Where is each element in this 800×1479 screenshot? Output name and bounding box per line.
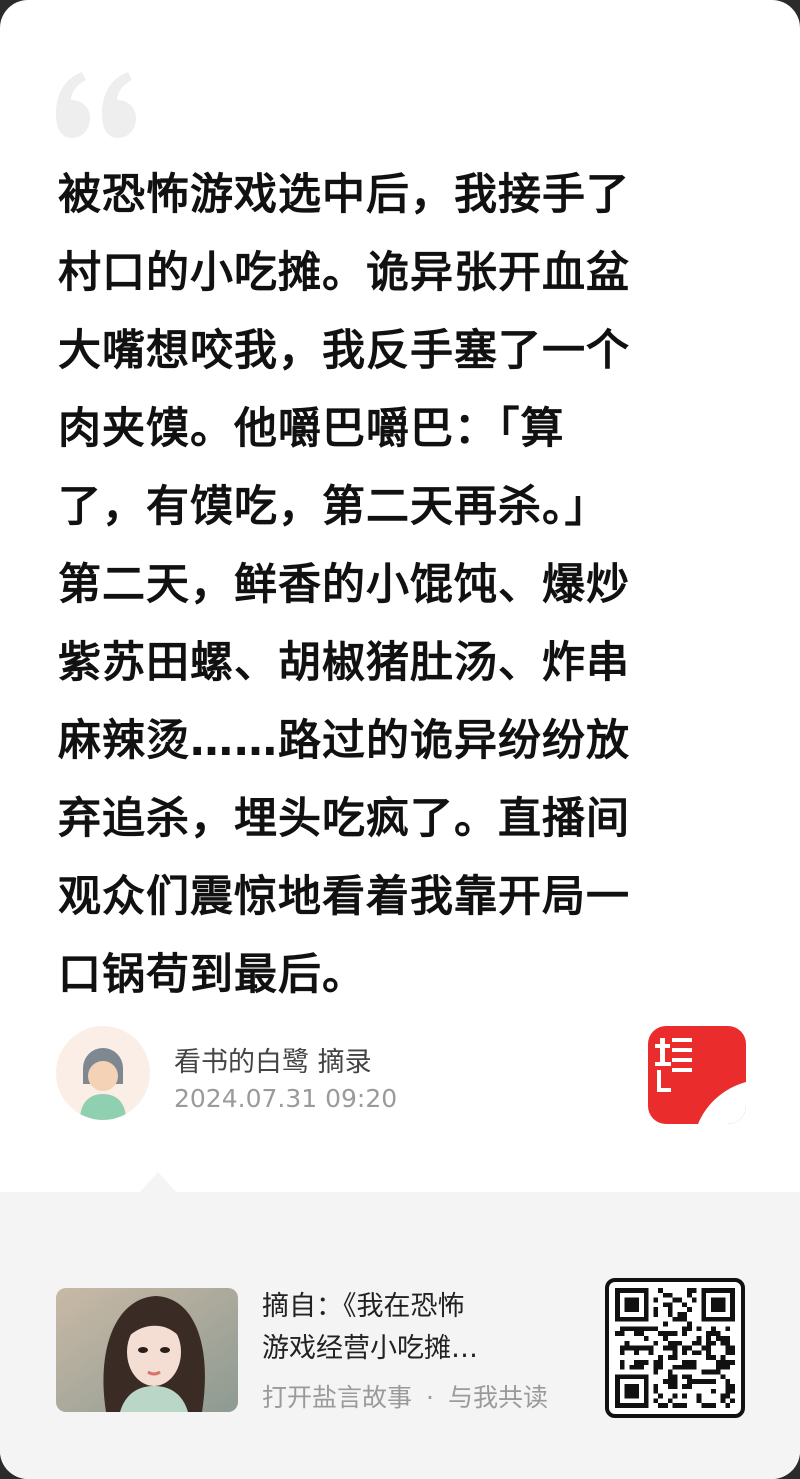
author-name: 看书的白鹭 摘录: [174, 1047, 372, 1078]
source-book-title[interactable]: 摘自：《我在恐怖 游戏经营小吃摊…: [262, 1286, 582, 1370]
separator-dot: ·: [426, 1383, 434, 1412]
qr-code-icon[interactable]: [605, 1278, 745, 1418]
book-cover-image[interactable]: [56, 1288, 238, 1412]
share-card: 被恐怖游戏选中后，我接手了 村口的小吃摊。诡异张开血盆 大嘴想咬我，我反手塞了一…: [0, 0, 800, 1479]
open-app-link[interactable]: 打开盐言故事: [262, 1383, 412, 1412]
source-title-line-1: 摘自：《我在恐怖: [262, 1291, 465, 1322]
quote-mark-icon: [56, 72, 136, 138]
source-actions: 打开盐言故事 · 与我共读: [262, 1378, 548, 1414]
author-timestamp: 2024.07.31 09:20: [174, 1084, 398, 1113]
excerpt-text: 被恐怖游戏选中后，我接手了 村口的小吃摊。诡异张开血盆 大嘴想咬我，我反手塞了一…: [58, 170, 630, 1000]
panel-pointer: [138, 1172, 178, 1194]
read-together-link[interactable]: 与我共读: [448, 1383, 548, 1412]
app-logo-icon[interactable]: [648, 1026, 746, 1124]
source-title-line-2: 游戏经营小吃摊…: [262, 1333, 478, 1364]
avatar-icon[interactable]: [56, 1026, 150, 1120]
